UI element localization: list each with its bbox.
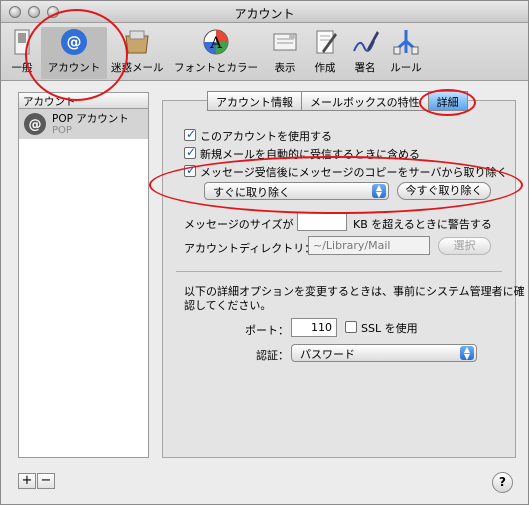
checkmark-icon: ✓ [186, 127, 197, 141]
account-name: POP アカウント [52, 113, 129, 125]
tab-account-info[interactable]: アカウント情報 [207, 91, 302, 111]
toolbar-label: 作成 [314, 62, 336, 74]
admin-note-line-2: 認してください。 [184, 299, 272, 312]
svg-text:@: @ [67, 33, 82, 51]
help-button[interactable]: ? [492, 472, 513, 493]
size-warning-input[interactable] [297, 212, 347, 231]
account-type: POP [52, 125, 72, 136]
signature-icon [353, 31, 379, 52]
toolbar-label: 署名 [354, 62, 376, 74]
authentication-popup[interactable]: パスワード ▲ ▼ [291, 344, 477, 362]
window-title: アカウント [234, 7, 295, 21]
authentication-value: パスワード [300, 348, 355, 361]
auto-check-checkbox[interactable]: ✓ [184, 145, 197, 159]
junk-mail-icon [125, 30, 149, 54]
account-directory-field: ~/Library/Mail [308, 236, 430, 255]
title-bar: アカウント [1, 1, 528, 23]
toolbar-general[interactable]: 一般 [7, 27, 37, 79]
account-list[interactable]: アカウント @ POP アカウント POP [18, 92, 149, 458]
composing-icon [316, 30, 337, 54]
remove-now-button[interactable]: 今すぐ取り除く [397, 182, 491, 200]
popup-arrows-icon: ▲ ▼ [460, 346, 474, 361]
tab-mailbox-behaviors[interactable]: メールボックスの特性 [301, 91, 429, 111]
size-warning-prefix: メッセージのサイズが [184, 218, 294, 231]
section-divider [176, 271, 502, 272]
size-warning-suffix: KB を超えるときに警告する [353, 218, 492, 231]
authentication-label: 認証： [256, 349, 289, 362]
toolbar-rules[interactable]: ルール [387, 27, 425, 79]
switch-icon [14, 29, 30, 55]
account-directory-label: アカウントディレクトリ： [184, 242, 316, 255]
add-account-button[interactable]: + [18, 473, 36, 489]
toolbar-label: アカウント [47, 62, 101, 74]
tab-advanced[interactable]: 詳細 [427, 91, 468, 111]
toolbar-junk-mail[interactable]: 迷惑メール [111, 27, 164, 79]
use-ssl-checkbox[interactable] [345, 321, 357, 333]
toolbar-label: 表示 [274, 62, 296, 74]
auto-check-label: 新規メールを自動的に受信するときに含める [200, 148, 420, 161]
choose-directory-button[interactable]: 選択 [438, 237, 491, 255]
at-icon: @ [61, 29, 87, 55]
account-list-item[interactable]: @ POP アカウント POP [19, 109, 148, 139]
enable-account-checkbox[interactable]: ✓ [184, 127, 197, 141]
toolbar-fonts-colors[interactable]: A フォントとカラー [173, 27, 259, 79]
preferences-window: アカウント 一般 @ アカウント 迷惑メール A フォントとカラー 表示 作成 … [0, 0, 529, 505]
remove-timing-value: すぐに取り除く [213, 186, 290, 199]
remove-account-button[interactable]: − [37, 473, 55, 489]
at-icon: @ [24, 113, 46, 135]
toolbar: 一般 @ アカウント 迷惑メール A フォントとカラー 表示 作成 署名 ルール [1, 23, 528, 81]
toolbar-label: 迷惑メール [111, 62, 164, 74]
toolbar-composing[interactable]: 作成 [309, 27, 341, 79]
svg-text:A: A [209, 33, 222, 52]
enable-account-label: このアカウントを使用する [200, 130, 332, 143]
port-label: ポート： [245, 324, 289, 337]
svg-text:@: @ [29, 118, 42, 133]
toolbar-signatures[interactable]: 署名 [349, 27, 381, 79]
toolbar-label: フォントとカラー [174, 62, 258, 74]
fonts-colors-icon: A [203, 29, 229, 55]
remove-timing-popup[interactable]: すぐに取り除く ▲ ▼ [204, 182, 389, 200]
tab-bar: アカウント情報 メールボックスの特性 詳細 [207, 91, 468, 111]
toolbar-label: 一般 [11, 62, 33, 74]
port-input[interactable]: 110 [291, 318, 337, 337]
toolbar-label: ルール [390, 62, 422, 74]
viewing-icon [273, 33, 297, 51]
remove-copy-label: メッセージ受信後にメッセージのコピーをサーバから取り除く [200, 166, 508, 179]
account-list-header: アカウント [19, 93, 148, 109]
toolbar-viewing[interactable]: 表示 [269, 27, 301, 79]
remove-copy-checkbox[interactable]: ✓ [184, 163, 197, 177]
popup-arrows-icon: ▲ ▼ [372, 184, 386, 199]
checkmark-icon: ✓ [186, 163, 197, 177]
toolbar-accounts[interactable]: @ アカウント [41, 27, 107, 79]
use-ssl-label: SSL を使用 [361, 322, 418, 335]
rules-icon [393, 30, 419, 55]
checkmark-icon: ✓ [186, 145, 197, 159]
